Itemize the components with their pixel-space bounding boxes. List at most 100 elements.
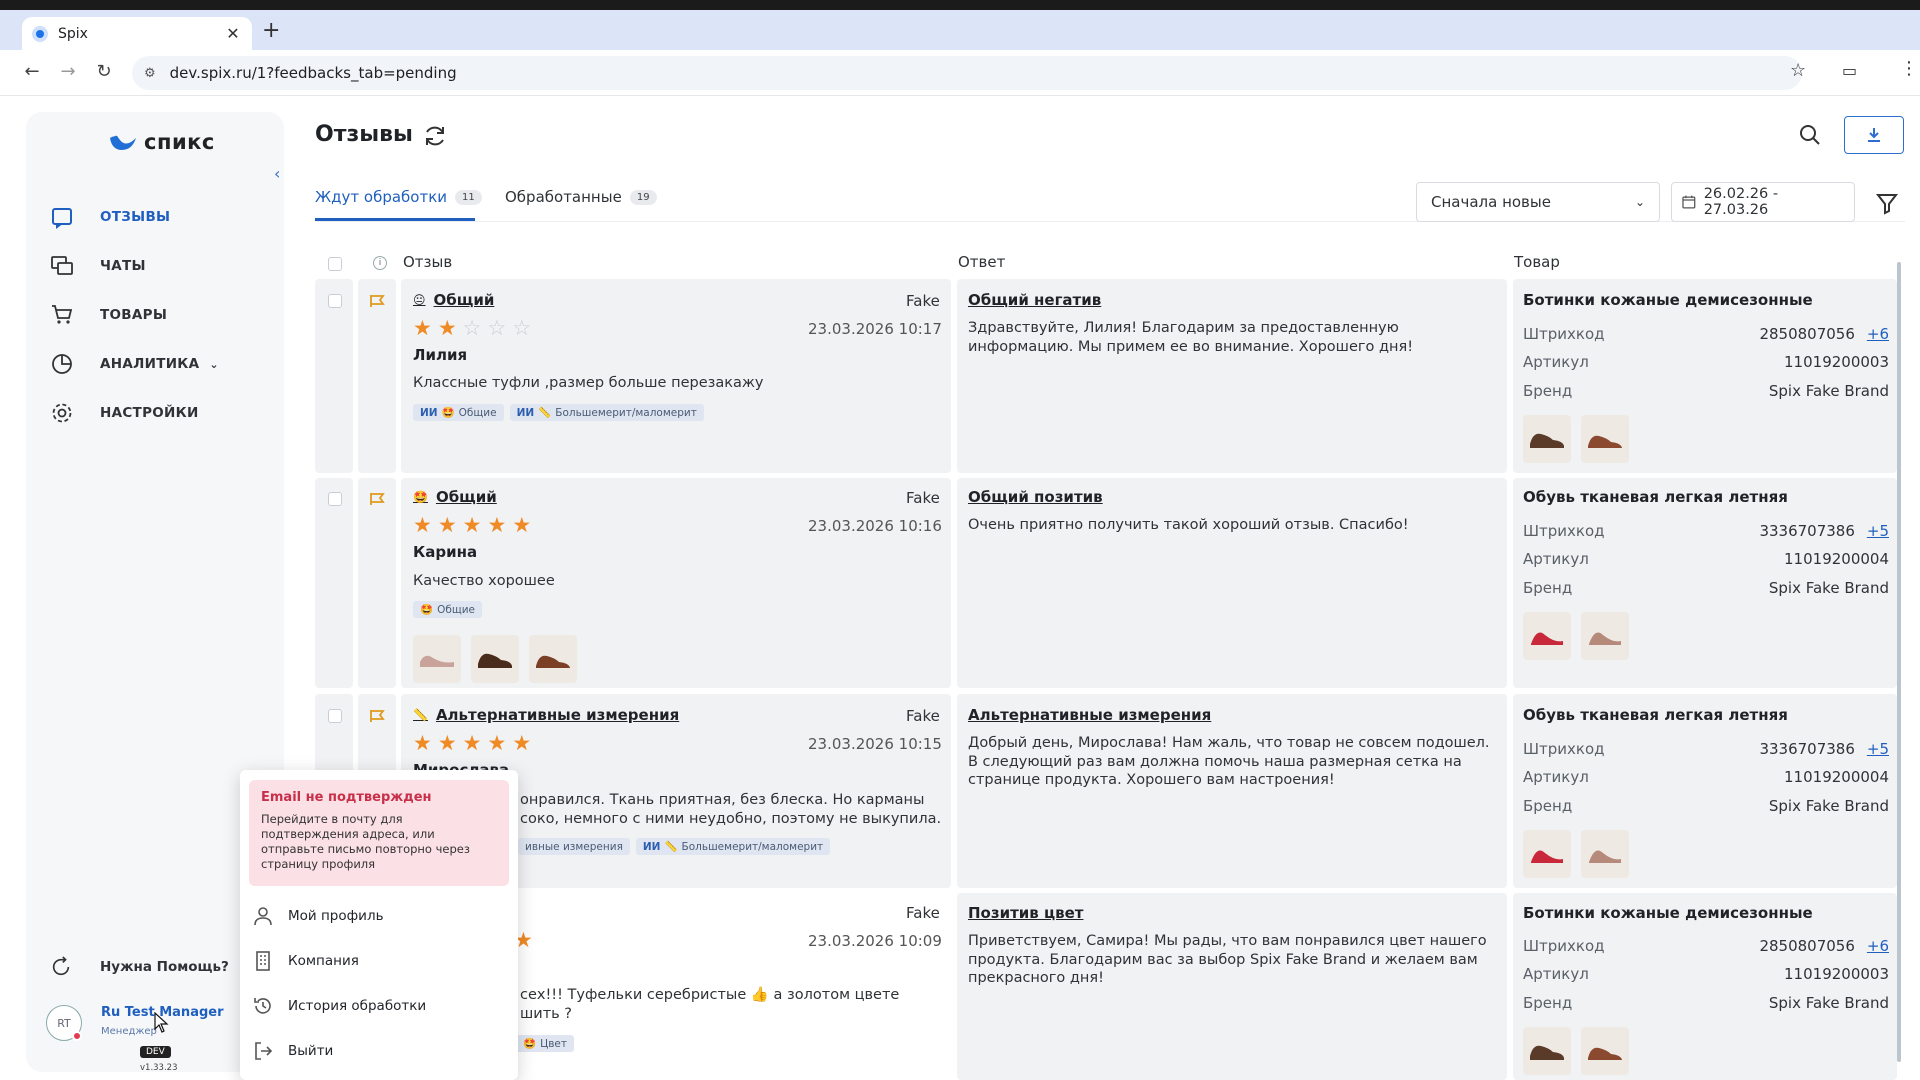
product-thumbnail[interactable]	[1523, 1027, 1571, 1075]
more-barcodes-link[interactable]: +5	[1867, 522, 1889, 540]
answer-text[interactable]: Очень приятно получить такой хороший отз…	[968, 516, 1498, 535]
menu-item-company[interactable]: Компания	[252, 950, 359, 972]
more-barcodes-link[interactable]: +6	[1867, 937, 1889, 955]
product-name[interactable]: Ботинки кожаные демисезонные	[1523, 291, 1813, 309]
menu-item-logout[interactable]: Выйти	[252, 1040, 333, 1062]
sidebar-item-analytics[interactable]: АНАЛИТИКА ⌄	[50, 352, 219, 376]
tag[interactable]: ИИ 📏 Большемерит/маломерит	[635, 838, 831, 855]
search-icon[interactable]	[1797, 122, 1823, 148]
tab-pending[interactable]: Ждут обработки 11	[315, 188, 482, 206]
row-checkbox[interactable]	[328, 294, 342, 308]
site-settings-icon[interactable]: ⚙	[144, 66, 156, 81]
product-name[interactable]: Обувь тканевая легкая летняя	[1523, 706, 1788, 724]
review-date: 23.03.2026 10:09	[808, 932, 942, 950]
shoe-image-icon	[478, 653, 512, 668]
alert-text: Перейдите в почту для подтверждения адре…	[261, 812, 470, 871]
menu-item-label: История обработки	[288, 998, 427, 1014]
answer-text[interactable]: Приветствуем, Самира! Мы рады, что вам п…	[968, 932, 1498, 988]
product-thumbnail[interactable]	[1581, 830, 1629, 878]
tab-processed[interactable]: Обработанные 19	[505, 188, 657, 206]
row-checkbox[interactable]	[328, 709, 342, 723]
product-thumbnail[interactable]	[1523, 612, 1571, 660]
tag[interactable]: 🤩 Общие	[413, 601, 482, 618]
scrollbar[interactable]	[1897, 262, 1901, 1062]
more-barcodes-link[interactable]: +6	[1867, 325, 1889, 343]
sort-select[interactable]: Сначала новые ⌄	[1416, 182, 1660, 222]
sidebar-item-settings[interactable]: НАСТРОЙКИ	[50, 401, 199, 425]
star-icon: ★	[512, 513, 532, 537]
review-tags: 🤩 Цвет	[516, 1035, 574, 1052]
star-icon: ☆	[512, 316, 532, 340]
star-icon: ★	[487, 731, 507, 755]
browser-tab[interactable]: Spix ✕	[22, 17, 252, 50]
answer-template-title[interactable]: Общий негатив	[968, 291, 1101, 309]
rating-stars: ★ ★ ★ ★ ★	[413, 733, 531, 754]
help-link[interactable]: Нужна Помощь?	[50, 956, 229, 978]
sidebar-item-reviews[interactable]: ОТЗЫВЫ	[50, 205, 170, 229]
bookmark-star-icon[interactable]: ☆	[1790, 60, 1806, 81]
reply-flag-icon[interactable]	[369, 293, 387, 309]
product-thumbnail[interactable]	[1581, 612, 1629, 660]
refresh-icon[interactable]	[422, 123, 448, 149]
reply-flag-icon[interactable]	[369, 491, 387, 507]
select-all-checkbox[interactable]	[328, 257, 342, 271]
shoe-image-icon	[1531, 632, 1563, 645]
new-tab-button[interactable]: +	[262, 18, 280, 43]
answer-template-title[interactable]: Альтернативные измерения	[968, 706, 1211, 724]
product-brand-row: Бренд Spix Fake Brand	[1523, 994, 1889, 1012]
date-range-picker[interactable]: 26.02.26 - 27.03.26	[1671, 182, 1855, 222]
forward-icon[interactable]: →	[56, 61, 80, 82]
row-checkbox[interactable]	[328, 492, 342, 506]
review-category[interactable]: 😐 Общий	[413, 291, 494, 309]
collapse-sidebar-icon[interactable]: ‹	[274, 164, 280, 183]
tag[interactable]: ИИ 📏 Большемерит/маломерит	[509, 404, 704, 421]
answer-text[interactable]: Добрый день, Мирослава! Нам жаль, что то…	[968, 734, 1498, 790]
review-date: 23.03.2026 10:15	[808, 735, 942, 753]
page-search-icon[interactable]: ▭	[1842, 61, 1857, 80]
more-barcodes-link[interactable]: +5	[1867, 740, 1889, 758]
product-name[interactable]: Обувь тканевая легкая летняя	[1523, 488, 1788, 506]
review-tags: 🤩 Общие	[413, 601, 482, 618]
row-flag-cell	[358, 478, 396, 688]
info-icon[interactable]: i	[373, 256, 387, 270]
close-icon[interactable]: ✕	[224, 24, 242, 43]
back-icon[interactable]: ←	[20, 61, 44, 82]
sidebar-item-products[interactable]: ТОВАРЫ	[50, 303, 167, 327]
menu-item-profile[interactable]: Мой профиль	[252, 905, 384, 927]
logo[interactable]: спикс	[108, 130, 215, 154]
review-photo[interactable]	[471, 635, 519, 683]
tag[interactable]: ИИ 🤩 Общие	[413, 404, 504, 421]
review-photo[interactable]	[529, 635, 577, 683]
reply-flag-icon[interactable]	[369, 708, 387, 724]
shoe-image-icon	[1530, 433, 1564, 448]
reload-icon[interactable]: ↻	[92, 61, 116, 82]
star-icon: ☆	[487, 316, 507, 340]
filter-icon[interactable]	[1870, 186, 1904, 220]
review-category[interactable]: 🤩 Общий	[413, 488, 497, 506]
tag[interactable]: 🤩 Цвет	[516, 1035, 574, 1052]
product-thumbnail[interactable]	[1581, 1027, 1629, 1075]
tag[interactable]: ивные измерения	[518, 838, 630, 855]
answer-template-title[interactable]: Общий позитив	[968, 488, 1103, 506]
product-thumbnail[interactable]	[1523, 415, 1571, 463]
browser-menu-icon[interactable]: ⋮	[1900, 58, 1918, 79]
review-tags: ИИ 🤩 Общие ИИ 📏 Большемерит/маломерит	[413, 404, 704, 421]
review-category[interactable]: 📏 Альтернативные измерения	[413, 706, 679, 724]
star-icon: ★	[437, 513, 457, 537]
favicon-icon	[32, 25, 48, 42]
download-button[interactable]	[1844, 116, 1904, 154]
address-bar[interactable]: ⚙ dev.spix.ru/1?feedbacks_tab=pending	[132, 56, 1802, 90]
product-name[interactable]: Ботинки кожаные демисезонные	[1523, 904, 1813, 922]
product-article-row: Артикул 11019200003	[1523, 353, 1889, 371]
row-select-cell	[315, 478, 353, 688]
sidebar-item-chats[interactable]: ЧАТЫ	[50, 254, 146, 278]
answer-text[interactable]: Здравствуйте, Лилия! Благодарим за предо…	[968, 319, 1498, 356]
emoji-icon: 🤩	[523, 1038, 537, 1050]
review-photo[interactable]	[413, 635, 461, 683]
answer-template-title[interactable]: Позитив цвет	[968, 904, 1083, 922]
product-thumbnail[interactable]	[1523, 830, 1571, 878]
help-icon	[52, 956, 70, 976]
product-thumbnail[interactable]	[1581, 415, 1629, 463]
menu-item-history[interactable]: История обработки	[252, 995, 426, 1017]
analytics-icon	[52, 354, 72, 374]
